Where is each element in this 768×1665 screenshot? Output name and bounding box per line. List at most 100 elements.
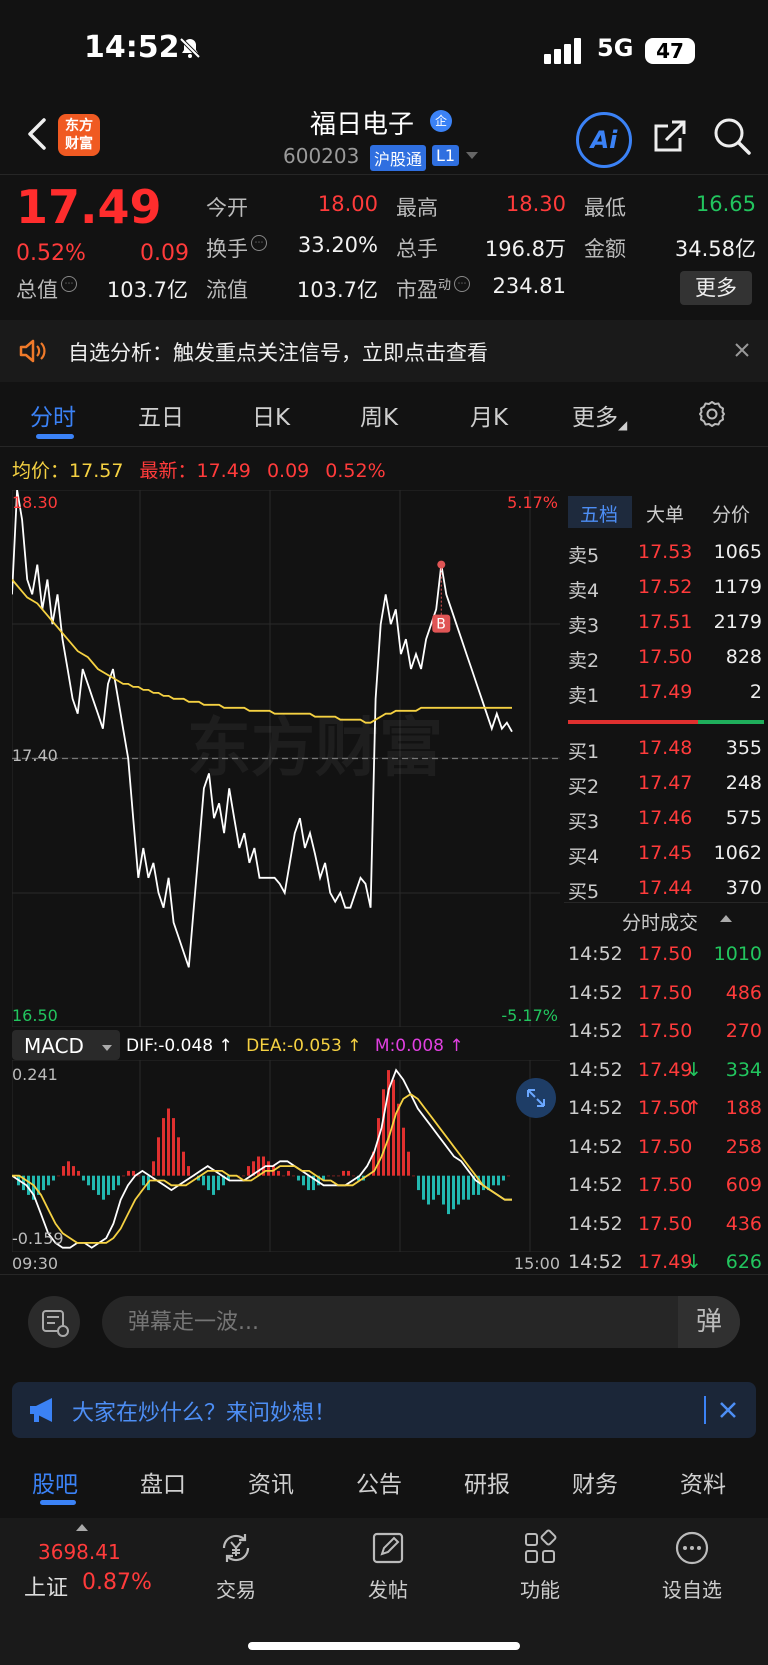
macd-bar — [307, 1175, 310, 1191]
tab-intraday[interactable]: 分时 — [30, 398, 76, 432]
nav-add-watchlist[interactable]: 设自选 — [642, 1528, 742, 1603]
index-change[interactable]: 0.87% — [82, 1570, 152, 1595]
tab-announcements[interactable]: 公告 — [356, 1465, 402, 1499]
info-icon[interactable]: ⋯ — [454, 276, 471, 292]
macd-bar — [417, 1175, 420, 1191]
macd-bar — [397, 1103, 400, 1176]
macd-bar — [467, 1175, 470, 1200]
ai-button[interactable]: Ai — [576, 112, 632, 168]
edit-post-icon — [372, 1532, 404, 1564]
tab-more[interactable]: 更多◢ — [572, 398, 627, 432]
chevron-up-icon[interactable] — [76, 1524, 88, 1532]
expand-icon[interactable] — [516, 1078, 556, 1118]
macd-values: DIF:-0.048 ↑ DEA:-0.053 ↑ M:0.008 ↑ — [126, 1036, 464, 1056]
tab-quote[interactable]: 盘口 — [140, 1465, 186, 1499]
trade-price: 17.50 — [638, 1212, 693, 1235]
tab-research[interactable]: 研报 — [464, 1465, 510, 1499]
yuan-exchange-icon — [222, 1534, 250, 1562]
macd-bar — [82, 1175, 85, 1181]
macd-y-bottom: -0.159 — [12, 1229, 64, 1248]
macd-bar — [247, 1166, 250, 1176]
macd-bar — [182, 1151, 185, 1176]
chevron-down-icon[interactable] — [466, 150, 478, 160]
ask-price: 17.49 — [638, 681, 693, 703]
home-indicator[interactable] — [248, 1642, 520, 1650]
change-amount: 0.09 — [140, 241, 189, 266]
notice-text[interactable]: 自选分析：触发重点关注信号，立即点击查看 — [68, 337, 488, 367]
trade-time: 14:52 — [568, 1058, 623, 1081]
macd-bar — [412, 1175, 415, 1177]
bid-vol: 1062 — [713, 842, 762, 864]
info-icon[interactable]: ⋯ — [251, 235, 267, 251]
macd-bar — [217, 1175, 220, 1191]
macd-bar — [47, 1175, 50, 1186]
close-icon[interactable] — [718, 1400, 738, 1420]
close-icon[interactable] — [734, 342, 750, 358]
macd-bar — [327, 1175, 330, 1177]
tab-big-orders[interactable]: 大单 — [646, 500, 684, 527]
megaphone-icon — [30, 1398, 52, 1422]
high-value: 18.30 — [505, 192, 566, 216]
trades-header[interactable]: 分时成交 — [622, 908, 698, 935]
bid-vol: 248 — [725, 772, 762, 794]
chevron-up-icon[interactable] — [720, 915, 732, 923]
macd-bar — [67, 1161, 70, 1176]
tab-five-levels[interactable]: 五档 — [580, 500, 618, 527]
orderbook-split-red — [568, 720, 632, 724]
indicator-label[interactable]: MACD — [24, 1034, 84, 1058]
info-icon[interactable]: ⋯ — [61, 276, 77, 292]
macd-bar — [137, 1175, 140, 1177]
ask-row: 卖1 17.49 2 — [568, 681, 764, 715]
macd-bar — [117, 1175, 120, 1186]
tab-profile[interactable]: 资料 — [680, 1465, 726, 1499]
tab-5day[interactable]: 五日 — [138, 398, 184, 432]
avg-price-row: 均价：17.57 最新：17.49 0.09 0.52% — [12, 456, 386, 483]
trade-row: 14:52 17.50 436 — [568, 1213, 764, 1247]
tab-price-dist[interactable]: 分价 — [712, 500, 750, 527]
macd-bar — [172, 1118, 175, 1176]
search-icon[interactable] — [712, 116, 752, 156]
nav-post[interactable]: 发帖 — [338, 1528, 438, 1603]
macd-bar — [447, 1175, 450, 1215]
bid-row: 买4 17.45 1062 — [568, 842, 764, 876]
intraday-chart[interactable]: 东方财富 B 18.30 17.40 16.50 5.17% -5.17% — [12, 490, 560, 1027]
tab-daily-k[interactable]: 日K — [252, 398, 290, 432]
gear-icon[interactable] — [698, 400, 726, 428]
tab-weekly-k[interactable]: 周K — [360, 398, 398, 432]
tab-forum[interactable]: 股吧 — [32, 1465, 78, 1499]
ask-vol: 2179 — [713, 611, 762, 633]
nav-functions-label: 功能 — [520, 1578, 560, 1602]
tab-finance[interactable]: 财务 — [572, 1465, 618, 1499]
tab-monthly-k[interactable]: 月K — [470, 398, 508, 432]
y-bottom-label: 16.50 — [12, 1006, 58, 1025]
enterprise-badge: 企 — [430, 110, 452, 132]
trade-time: 14:52 — [568, 943, 623, 965]
barrage-input[interactable] — [102, 1296, 740, 1348]
trade-price: 17.49 — [638, 1058, 693, 1081]
barrage-send-button[interactable]: 弹 — [678, 1296, 740, 1348]
nav-trade[interactable]: 交易 — [186, 1528, 286, 1603]
y-mid-label: 17.40 — [12, 746, 58, 765]
more-button[interactable]: 更多 — [680, 271, 752, 305]
index-value[interactable]: 3698.41 — [38, 1540, 121, 1564]
trade-vol: 258 — [725, 1135, 762, 1158]
macd-bar — [497, 1175, 500, 1186]
ask-banner-text[interactable]: 大家在炒什么？来问妙想！ — [72, 1395, 336, 1427]
stock-name: 福日电子 — [310, 110, 415, 140]
pe-value: 234.81 — [492, 274, 566, 298]
index-name[interactable]: 上证 — [24, 1570, 68, 1602]
macd-chart[interactable]: 0.241 -0.159 — [12, 1060, 560, 1252]
barrage-toggle[interactable] — [28, 1296, 80, 1348]
macd-bar — [107, 1175, 110, 1195]
x-start-label: 09:30 — [12, 1254, 59, 1273]
chevron-down-icon[interactable] — [102, 1044, 112, 1052]
macd-bar — [302, 1175, 305, 1186]
orderbook-split-green — [698, 720, 764, 724]
share-icon[interactable] — [650, 116, 690, 156]
trade-price: 17.50 — [638, 943, 693, 965]
back-icon[interactable] — [22, 116, 52, 152]
tab-news[interactable]: 资讯 — [248, 1465, 294, 1499]
avg-value: 17.57 — [69, 460, 124, 482]
nav-functions[interactable]: 功能 — [490, 1528, 590, 1603]
macd-bar — [242, 1175, 245, 1177]
